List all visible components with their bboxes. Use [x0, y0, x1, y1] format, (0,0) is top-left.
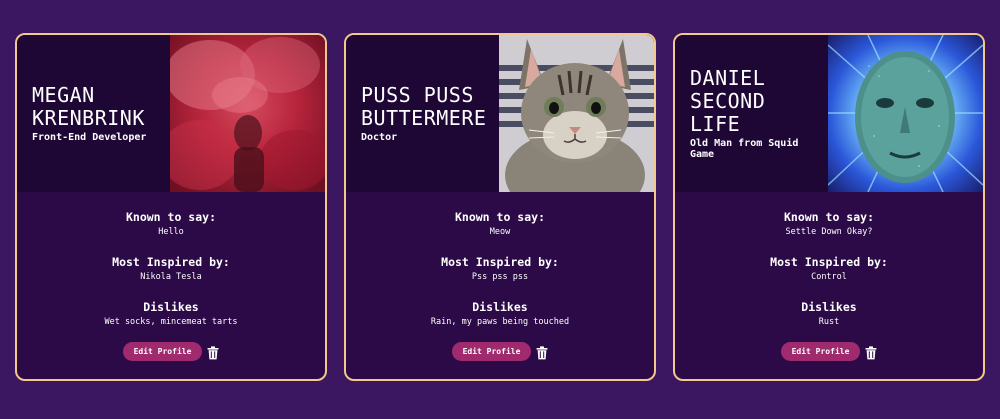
section-title: Most Inspired by: [770, 255, 888, 269]
section-title: Known to say: [783, 210, 874, 224]
profile-card: Megan Krenbrink Front-End Developer [15, 33, 327, 381]
profile-role: Front-End Developer [32, 132, 147, 143]
profile-card: Daniel Second Life Old Man from Squid Ga… [673, 33, 985, 381]
section-title: Dislikes [143, 300, 199, 314]
card-header-text: Megan Krenbrink Front-End Developer [17, 35, 170, 192]
profile-cards: Megan Krenbrink Front-End Developer [0, 0, 1000, 419]
dislikes-section: Dislikes Rain, my paws being touched [346, 300, 654, 327]
profile-name: Megan Krenbrink [32, 83, 145, 130]
profile-card: Puss Puss Buttermere Doctor [344, 33, 656, 381]
most-inspired-by-section: Most Inspired by: Pss pss pss [346, 255, 654, 282]
profile-role: Doctor [361, 132, 398, 143]
profile-name: Puss Puss Buttermere [361, 83, 487, 130]
digital-face-photo [828, 35, 983, 192]
edit-profile-button[interactable]: Edit Profile [451, 342, 532, 361]
section-value: Nikola Tesla [140, 272, 202, 282]
edit-profile-button[interactable]: Edit Profile [122, 342, 203, 361]
profile-name: Daniel Second Life [690, 66, 766, 136]
section-title: Known to say: [125, 210, 216, 224]
section-title: Most Inspired by: [441, 255, 559, 269]
section-value: Meow [489, 227, 511, 237]
trash-icon[interactable] [207, 345, 219, 359]
profile-role: Old Man from Squid Game [690, 138, 799, 160]
section-value: Hello [158, 227, 184, 237]
card-header: Puss Puss Buttermere Doctor [346, 35, 654, 192]
known-to-say-section: Known to say: Hello [17, 210, 325, 237]
section-title: Dislikes [472, 300, 528, 314]
card-header: Daniel Second Life Old Man from Squid Ga… [675, 35, 983, 192]
card-actions: Edit Profile [346, 342, 654, 361]
section-title: Most Inspired by: [112, 255, 230, 269]
dislikes-section: Dislikes Wet socks, mincemeat tarts [17, 300, 325, 327]
most-inspired-by-section: Most Inspired by: Control [675, 255, 983, 282]
person-in-red-smoke-photo [170, 35, 325, 192]
section-value: Settle Down Okay? [785, 227, 873, 237]
most-inspired-by-section: Most Inspired by: Nikola Tesla [17, 255, 325, 282]
known-to-say-section: Known to say: Settle Down Okay? [675, 210, 983, 237]
known-to-say-section: Known to say: Meow [346, 210, 654, 237]
section-value: Rust [818, 317, 840, 327]
section-title: Dislikes [801, 300, 857, 314]
section-title: Known to say: [454, 210, 545, 224]
card-header-text: Puss Puss Buttermere Doctor [346, 35, 499, 192]
card-actions: Edit Profile [17, 342, 325, 361]
trash-icon[interactable] [536, 345, 548, 359]
card-header-text: Daniel Second Life Old Man from Squid Ga… [675, 35, 828, 192]
section-value: Pss pss pss [471, 272, 529, 282]
section-value: Wet socks, mincemeat tarts [104, 317, 238, 327]
edit-profile-button[interactable]: Edit Profile [780, 342, 861, 361]
trash-icon[interactable] [865, 345, 877, 359]
dislikes-section: Dislikes Rust [675, 300, 983, 327]
tabby-cat-photo [499, 35, 654, 192]
section-value: Rain, my paws being touched [430, 317, 570, 327]
card-header: Megan Krenbrink Front-End Developer [17, 35, 325, 192]
section-value: Control [811, 272, 847, 282]
card-actions: Edit Profile [675, 342, 983, 361]
